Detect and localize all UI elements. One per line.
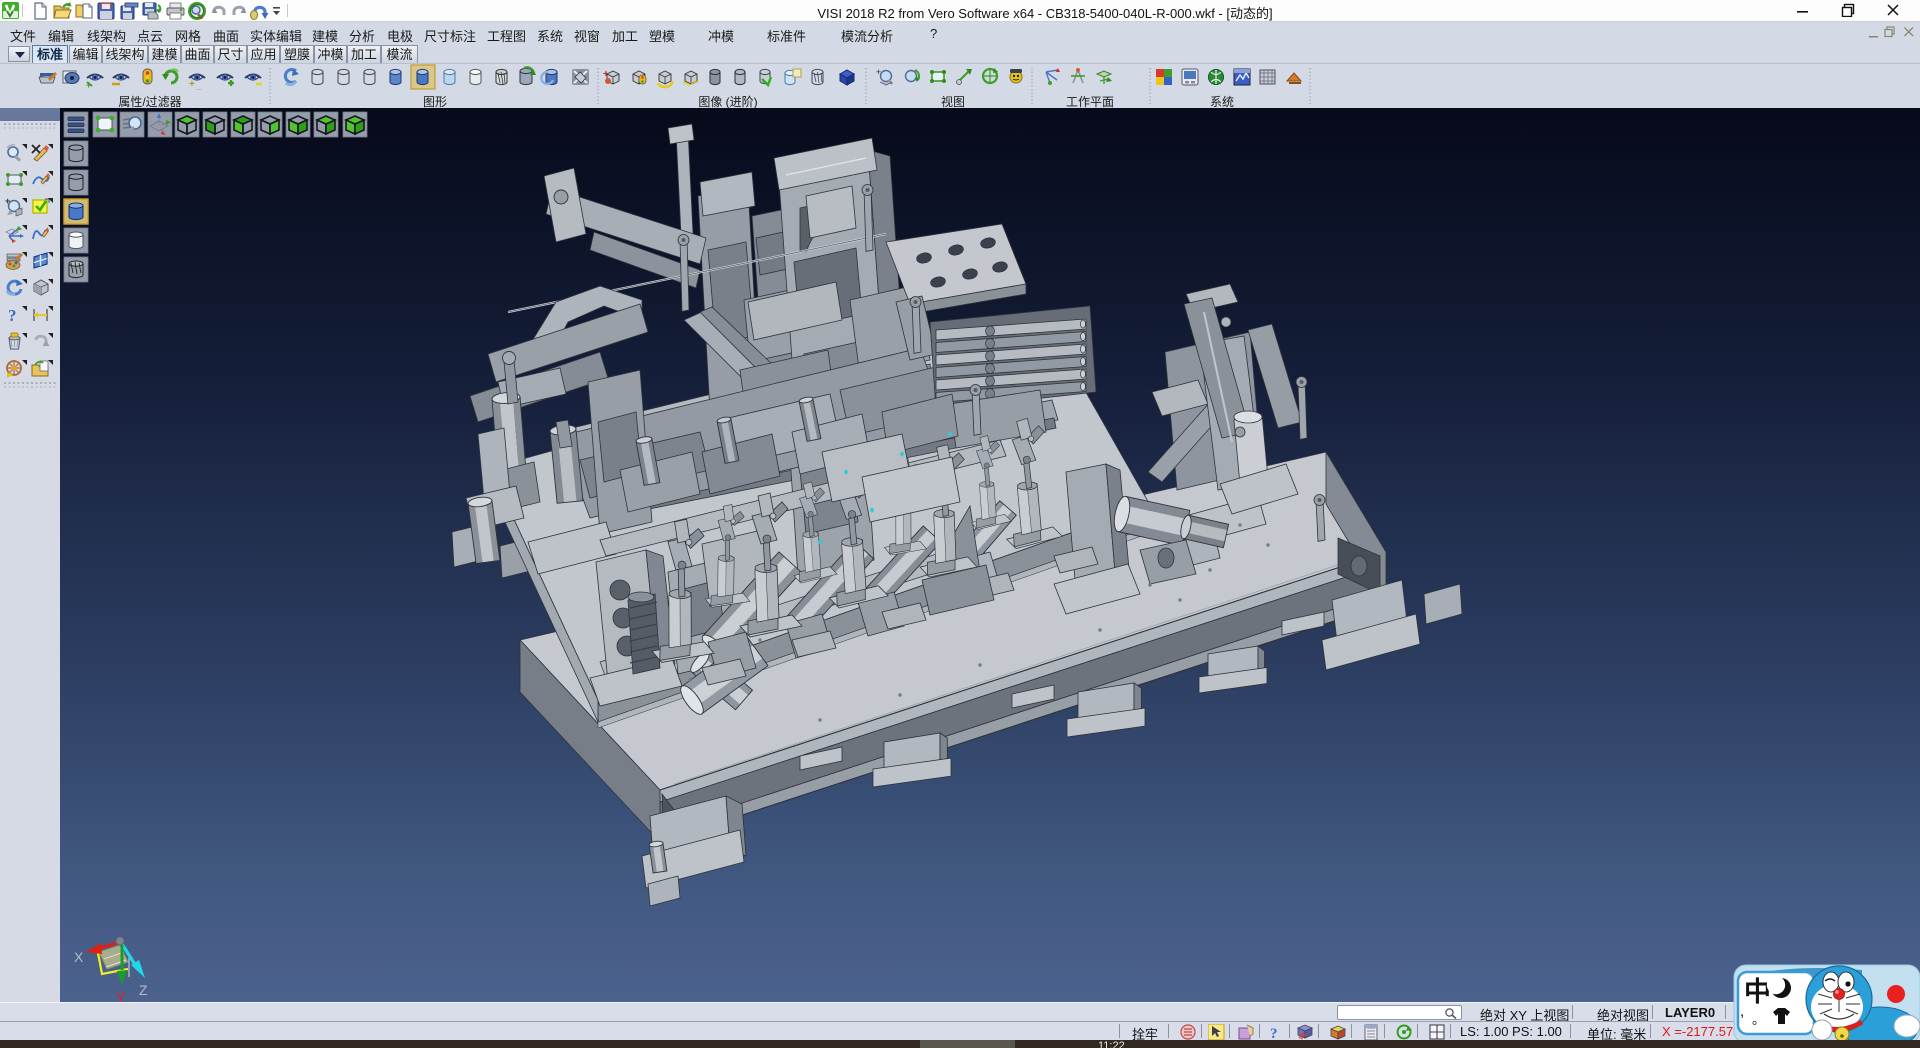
svg-text:X: X: [74, 949, 84, 965]
svg-text:?: ?: [8, 306, 17, 325]
svg-text:,: ,: [1740, 1003, 1744, 1020]
svg-text:中: 中: [1744, 977, 1771, 1007]
svg-text:Z: Z: [139, 982, 148, 998]
svg-text:。: 。: [1752, 1012, 1765, 1027]
svg-text:?: ?: [1270, 1026, 1278, 1041]
